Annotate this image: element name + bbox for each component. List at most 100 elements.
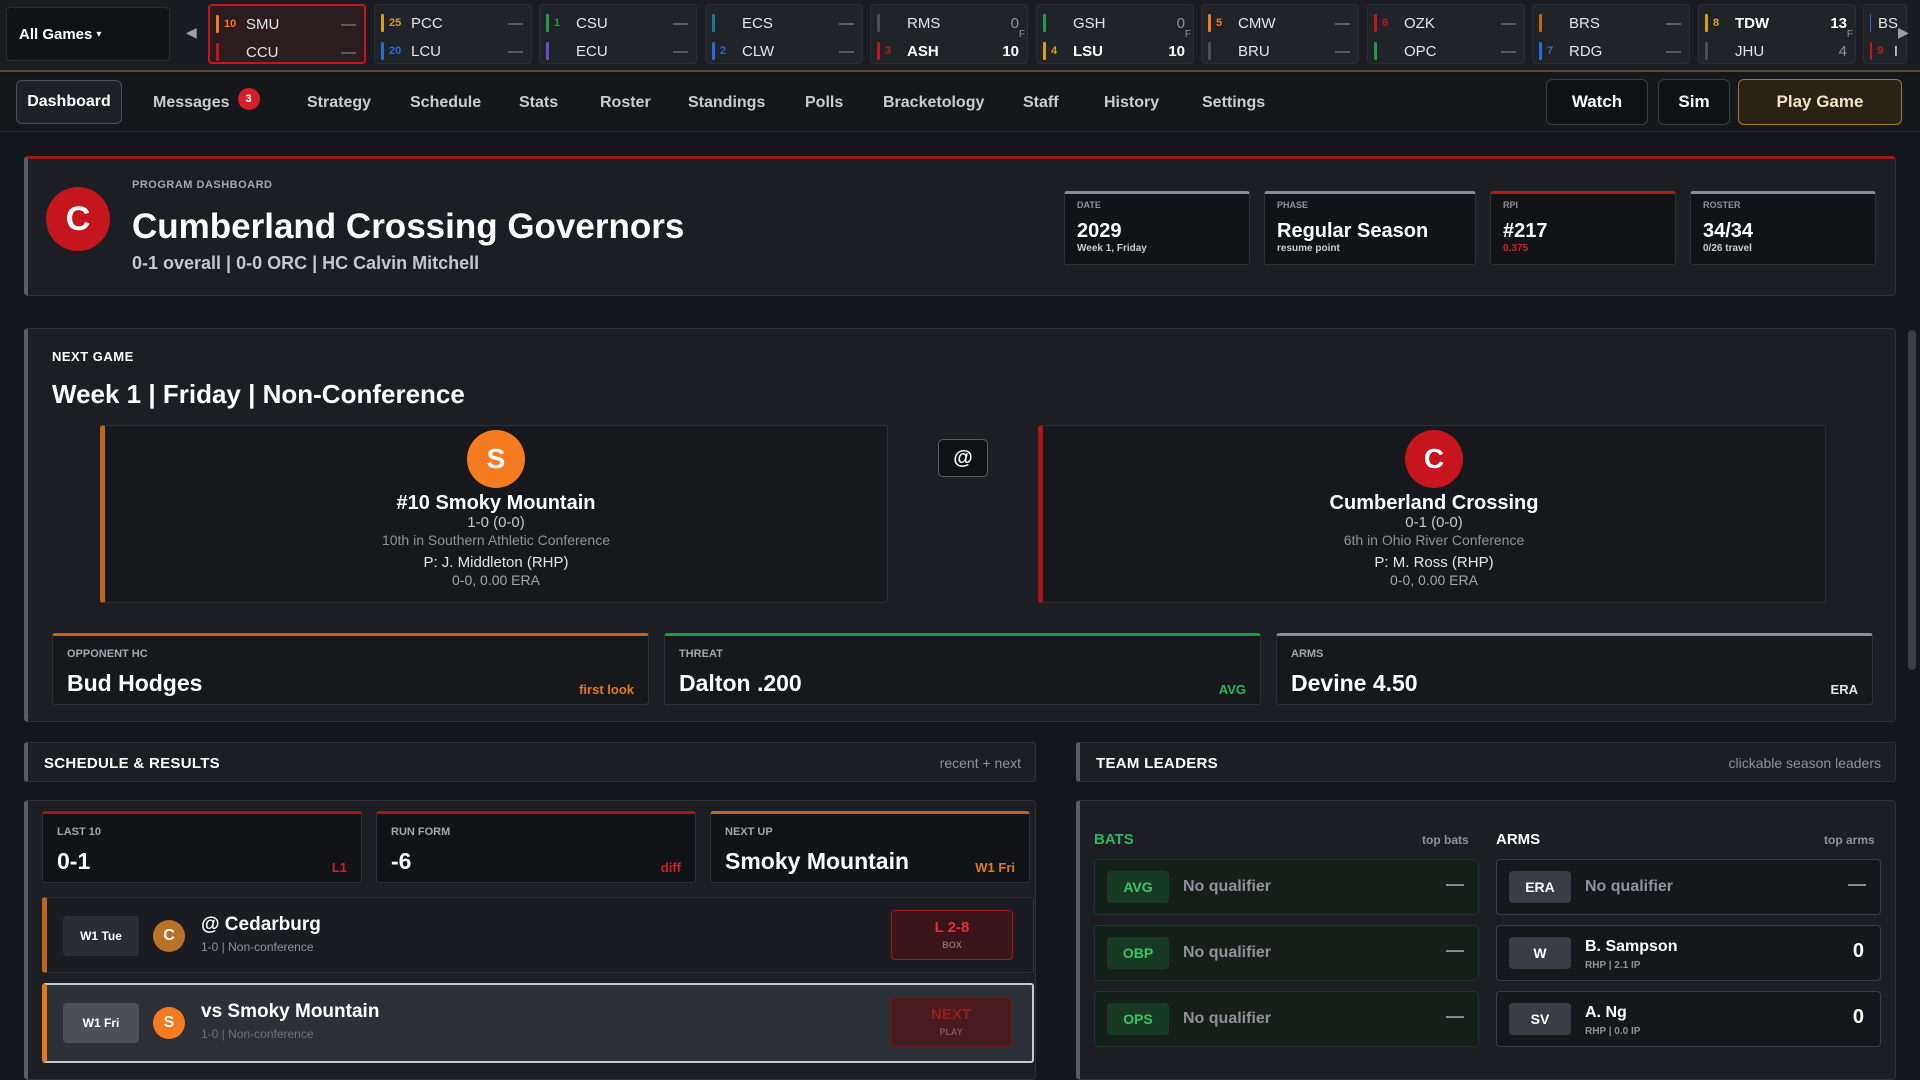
nav-schedule[interactable]: Schedule: [410, 74, 481, 132]
team-color-bar: [1043, 14, 1046, 32]
leader-row-ops[interactable]: OPS No qualifier —: [1094, 991, 1479, 1047]
ticker-game[interactable]: 1 CSU — ECU —: [539, 4, 697, 64]
ticker-game[interactable]: 5 CMW — BRU —: [1201, 4, 1359, 64]
play-next-button[interactable]: NEXT PLAY: [890, 997, 1012, 1047]
team-rank: 20: [389, 45, 402, 57]
roster-card[interactable]: ROSTER 34/34 0/26 travel: [1690, 191, 1876, 265]
team-color-bar: [1374, 14, 1377, 32]
nav-stats[interactable]: Stats: [519, 74, 558, 132]
nav-staff[interactable]: Staff: [1023, 74, 1059, 132]
team-color-bar: [216, 43, 219, 61]
schedule-caption: recent + next: [939, 755, 1021, 771]
home-pitcher-era: 0-0, 0.00 ERA: [1390, 572, 1478, 588]
next-up-value: Smoky Mountain: [725, 848, 910, 874]
leader-text: No qualifier: [1183, 1010, 1272, 1027]
sim-button[interactable]: Sim: [1658, 79, 1730, 125]
threat-card[interactable]: THREAT Dalton .200 AVG: [664, 633, 1261, 705]
team-rank: 8: [1713, 17, 1720, 29]
team-rank: 6: [1382, 17, 1389, 29]
game-info: 1-0 | Non-conference: [201, 1027, 314, 1041]
nav-standings[interactable]: Standings: [688, 74, 765, 132]
nav-dashboard[interactable]: Dashboard: [16, 80, 122, 124]
ticker-team-row: OPC —: [1374, 39, 1516, 63]
leader-text: No qualifier: [1183, 944, 1272, 961]
team-color-bar: [712, 14, 715, 32]
team-rank: 9: [1877, 45, 1884, 57]
date-value: 2029: [1077, 220, 1122, 242]
nav-history[interactable]: History: [1104, 74, 1159, 132]
leader-row-era[interactable]: ERA No qualifier —: [1496, 859, 1881, 915]
next-up-tag: W1 Fri: [975, 860, 1015, 875]
leader-row-obp[interactable]: OBP No qualifier —: [1094, 925, 1479, 981]
nav-polls[interactable]: Polls: [805, 74, 843, 132]
chevron-right-icon[interactable]: ▶: [1898, 24, 1909, 41]
opponent-hc-card[interactable]: OPPONENT HC Bud Hodges first look: [52, 633, 649, 705]
nav-settings[interactable]: Settings: [1202, 74, 1265, 132]
team-color-bar: [1208, 14, 1211, 32]
team-score: 0: [1010, 14, 1019, 32]
team-abbr: OZK: [1404, 14, 1435, 32]
nav-bracketology[interactable]: Bracketology: [883, 74, 984, 132]
nav-strategy[interactable]: Strategy: [307, 74, 371, 132]
schedule-row-next[interactable]: W1 Fri S vs Smoky Mountain 1-0 | Non-con…: [42, 983, 1034, 1063]
team-score: —: [1666, 42, 1681, 60]
ticker-team-row: BRU —: [1208, 39, 1350, 63]
box-score-button[interactable]: L 2-8 BOX: [891, 910, 1013, 960]
team-leaders-panel: BATS top bats ARMS top arms AVG No quali…: [1076, 800, 1896, 1080]
home-team-card[interactable]: C Cumberland Crossing 0-1 (0-0) 6th in O…: [1038, 425, 1826, 603]
team-rank: 5: [1216, 17, 1223, 29]
ticker-team-row: GSH 0: [1043, 11, 1185, 35]
team-color-bar: [216, 15, 219, 33]
nav-messages[interactable]: Messages 3: [153, 74, 260, 132]
nav-roster[interactable]: Roster: [600, 74, 651, 132]
all-games-label: All Games: [19, 25, 93, 43]
ticker-game[interactable]: ECS — 2 CLW —: [705, 4, 863, 64]
away-pitcher-era: 0-0, 0.00 ERA: [452, 572, 540, 588]
ticker-game[interactable]: 6 OZK — OPC —: [1367, 4, 1525, 64]
home-team-standing: 6th in Ohio River Conference: [1343, 532, 1525, 548]
leader-row-avg[interactable]: AVG No qualifier —: [1094, 859, 1479, 915]
leader-value: —: [1446, 1006, 1464, 1026]
ticker-team-row: JHU 4: [1705, 39, 1847, 63]
team-score: —: [508, 42, 523, 60]
bats-title: BATS: [1094, 831, 1134, 848]
player-info: RHP | 0.0 IP: [1585, 1026, 1641, 1037]
ticker-team-row: 4 LSU 10: [1043, 39, 1185, 63]
rpi-card[interactable]: RPI #217 0.375: [1490, 191, 1676, 265]
team-color-bar: [1705, 14, 1708, 32]
next-up-card[interactable]: NEXT UP Smoky Mountain W1 Fri: [710, 811, 1030, 883]
ticker-game[interactable]: 8 TDW 13 JHU 4 F: [1698, 4, 1856, 64]
ticker-game[interactable]: 10 SMU — CCU —: [208, 4, 366, 64]
arms-tag: ERA: [1830, 682, 1858, 697]
ticker-team-row: 20 LCU —: [381, 39, 523, 63]
watch-button[interactable]: Watch: [1546, 79, 1648, 125]
next-label: NEXT: [930, 1006, 971, 1023]
scrollbar[interactable]: [1908, 330, 1916, 670]
leaders-section-header: TEAM LEADERS clickable season leaders: [1076, 742, 1896, 782]
stat-pill: SV: [1509, 1003, 1571, 1035]
ticker-game[interactable]: RMS 0 3 ASH 10 F: [870, 4, 1028, 64]
run-form-value: -6: [391, 848, 412, 874]
leader-row-w[interactable]: W B. Sampson RHP | 2.1 IP 0: [1496, 925, 1881, 981]
schedule-panel: LAST 10 0-1 L1 RUN FORM -6 diff NEXT UP …: [24, 800, 1036, 1080]
home-team-record: 0-1 (0-0): [1405, 514, 1463, 531]
ticker-game[interactable]: GSH 0 4 LSU 10 F: [1036, 4, 1194, 64]
schedule-row[interactable]: W1 Tue C @ Cedarburg 1-0 | Non-conferenc…: [42, 897, 1034, 973]
team-score: —: [508, 14, 523, 32]
ticker-game[interactable]: BRS — 7 RDG —: [1532, 4, 1690, 64]
stat-pill: W: [1509, 937, 1571, 969]
ticker-game[interactable]: 25 PCC — 20 LCU —: [374, 4, 532, 64]
team-color-bar: [712, 42, 715, 60]
away-team-record: 1-0 (0-0): [467, 514, 525, 531]
arms-card[interactable]: ARMS Devine 4.50 ERA: [1276, 633, 1873, 705]
leader-row-sv[interactable]: SV A. Ng RHP | 0.0 IP 0: [1496, 991, 1881, 1047]
team-color-bar: [877, 42, 880, 60]
messages-badge: 3: [237, 88, 260, 110]
chevron-left-icon[interactable]: ◀: [186, 24, 197, 41]
arms-value: Devine 4.50: [1291, 670, 1418, 696]
away-team-card[interactable]: S #10 Smoky Mountain 1-0 (0-0) 10th in S…: [100, 425, 888, 603]
ticker-team-row: 1 CSU —: [546, 11, 688, 35]
all-games-dropdown[interactable]: All Games ▾: [6, 7, 170, 61]
play-game-button[interactable]: Play Game: [1738, 79, 1902, 125]
phase-sub: resume point: [1277, 243, 1340, 254]
